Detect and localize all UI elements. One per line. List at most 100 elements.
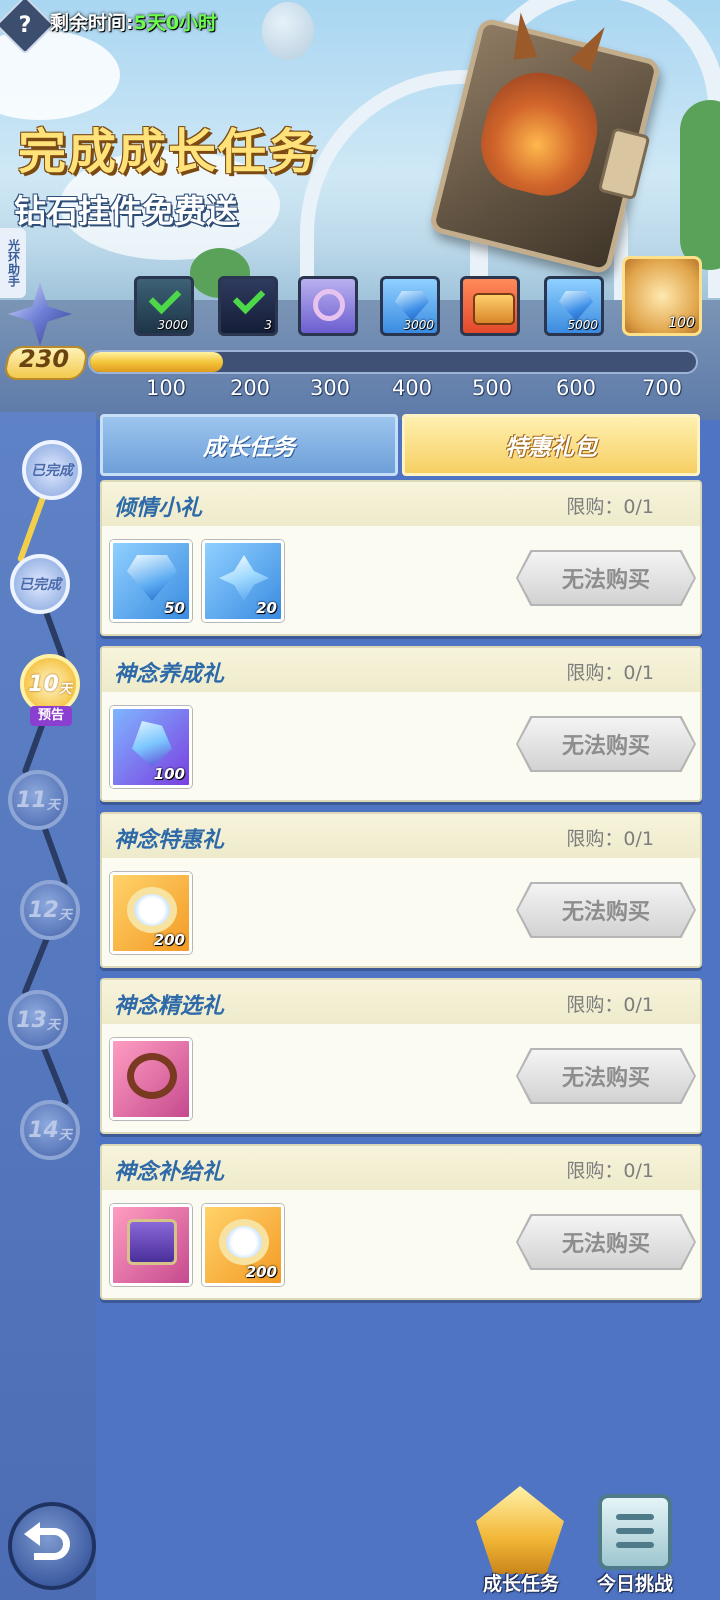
checkmark-icon bbox=[148, 281, 182, 315]
reward-qty: 3000 bbox=[157, 318, 188, 332]
buy-button-disabled[interactable]: 无法购买 bbox=[518, 1216, 694, 1268]
pack-card: 神念养成礼 限购：0/1 100 无法购买 bbox=[100, 646, 702, 802]
reward-qty: 3000 bbox=[403, 318, 434, 332]
day-node-locked[interactable]: 14 天 bbox=[20, 1100, 80, 1160]
help-icon: ? bbox=[18, 12, 32, 38]
nav-label: 成长任务 bbox=[482, 1573, 559, 1595]
tree-decoration bbox=[680, 100, 720, 270]
day-unit: 天 bbox=[58, 907, 72, 923]
pack-item[interactable]: 20 bbox=[202, 540, 284, 622]
dragon-head-icon bbox=[471, 61, 609, 206]
reward-qty: 3 bbox=[264, 318, 272, 332]
day-node-done[interactable]: 已完成 bbox=[10, 554, 70, 614]
item-qty: 50 bbox=[164, 599, 185, 617]
day-number: 12 bbox=[28, 897, 59, 923]
day-number: 14 bbox=[28, 1117, 59, 1143]
pack-card: 神念补给礼 限购：0/1 200 无法购买 bbox=[100, 1144, 702, 1300]
nav-growth-tasks[interactable]: 成长任务 bbox=[466, 1486, 576, 1600]
side-assistant-tab[interactable]: 光环助手 bbox=[0, 228, 26, 298]
day-node-locked[interactable]: 13 天 bbox=[8, 990, 68, 1050]
tick-label: 500 bbox=[471, 376, 513, 400]
chest-icon bbox=[473, 293, 515, 325]
reward-qty: 100 bbox=[668, 315, 695, 331]
day-node-locked[interactable]: 12 天 bbox=[20, 880, 80, 940]
item-qty: 200 bbox=[245, 1263, 277, 1281]
altar-chest-icon bbox=[127, 1219, 177, 1265]
purchase-limit: 限购：0/1 bbox=[566, 1160, 654, 1182]
day-unit: 天 bbox=[46, 797, 60, 813]
balloon-decoration bbox=[262, 2, 314, 60]
tab-special-packs[interactable]: 特惠礼包 bbox=[402, 414, 700, 476]
day-node-locked[interactable]: 11 天 bbox=[8, 770, 68, 830]
event-banner: ? 剩余时间:5天0小时 完成成长任务 钻石挂件免费送 光环助手 3000 3 … bbox=[0, 0, 720, 420]
day-unit: 天 bbox=[58, 1127, 72, 1143]
pack-card: 倾情小礼 限购：0/1 50 20 无法购买 bbox=[100, 480, 702, 636]
crystal-book-icon bbox=[132, 721, 172, 767]
day-label: 已完成 bbox=[19, 577, 61, 593]
pack-title: 神念精选礼 bbox=[114, 994, 225, 1019]
purchase-limit: 限购：0/1 bbox=[566, 496, 654, 518]
purchase-limit: 限购：0/1 bbox=[566, 828, 654, 850]
timer-label: 剩余时间: bbox=[50, 12, 134, 34]
event-title: 完成成长任务 bbox=[18, 124, 319, 180]
day-number: 11 bbox=[16, 787, 47, 813]
progress-reward-600[interactable]: 5000 bbox=[544, 276, 604, 336]
buy-button-disabled[interactable]: 无法购买 bbox=[518, 552, 694, 604]
pack-card: 神念精选礼 限购：0/1 无法购买 bbox=[100, 978, 702, 1134]
pack-item[interactable]: 100 bbox=[110, 706, 192, 788]
progress-reward-300[interactable] bbox=[298, 276, 358, 336]
pack-title: 神念特惠礼 bbox=[114, 828, 225, 853]
list-document-icon bbox=[598, 1494, 672, 1570]
buy-button-disabled[interactable]: 无法购买 bbox=[518, 1050, 694, 1102]
preview-tag: 预告 bbox=[30, 706, 72, 726]
progress-bar bbox=[88, 350, 698, 374]
back-button[interactable] bbox=[8, 1502, 96, 1590]
tick-label: 600 bbox=[555, 376, 597, 400]
pack-title: 倾情小礼 bbox=[114, 496, 203, 521]
progress-reward-100[interactable]: 3000 bbox=[134, 276, 194, 336]
diamond-icon bbox=[559, 291, 593, 321]
pack-title: 神念补给礼 bbox=[114, 1160, 225, 1185]
reward-qty: 5000 bbox=[567, 318, 598, 332]
halo-ring-icon bbox=[127, 887, 177, 933]
day-unit: 天 bbox=[46, 1017, 60, 1033]
tick-label: 100 bbox=[145, 376, 187, 400]
pack-title: 神念养成礼 bbox=[114, 662, 225, 687]
pack-item[interactable]: 50 bbox=[110, 540, 192, 622]
timer-value: 5天0小时 bbox=[133, 12, 218, 34]
pack-item[interactable]: 200 bbox=[202, 1204, 284, 1286]
tick-label: 700 bbox=[641, 376, 683, 400]
ring-icon bbox=[313, 289, 345, 321]
horn-decoration bbox=[508, 11, 538, 60]
pack-item[interactable] bbox=[110, 1204, 192, 1286]
item-qty: 100 bbox=[153, 765, 185, 783]
progress-reward-700[interactable]: 100 bbox=[622, 256, 702, 336]
purchase-limit: 限购：0/1 bbox=[566, 662, 654, 684]
day-node-current[interactable]: 10 天 bbox=[20, 654, 80, 714]
tick-label: 200 bbox=[229, 376, 271, 400]
progress-reward-500[interactable] bbox=[460, 276, 520, 336]
tick-label: 400 bbox=[391, 376, 433, 400]
event-subtitle: 钻石挂件免费送 bbox=[14, 192, 239, 230]
progress-reward-400[interactable]: 3000 bbox=[380, 276, 440, 336]
crystal-shard-icon bbox=[219, 555, 269, 601]
day-number: 13 bbox=[16, 1007, 47, 1033]
halo-ring-icon bbox=[219, 1219, 269, 1265]
item-qty: 200 bbox=[153, 931, 185, 949]
remaining-time: 剩余时间:5天0小时 bbox=[50, 8, 217, 35]
pack-card: 神念特惠礼 限购：0/1 200 无法购买 bbox=[100, 812, 702, 968]
progress-reward-200[interactable]: 3 bbox=[218, 276, 278, 336]
progress-fill bbox=[90, 352, 224, 372]
points-value: 230 bbox=[18, 345, 70, 373]
day-node-done[interactable]: 已完成 bbox=[22, 440, 82, 500]
day-label: 已完成 bbox=[31, 463, 73, 479]
tab-growth-tasks[interactable]: 成长任务 bbox=[100, 414, 398, 476]
nav-label: 今日挑战 bbox=[596, 1573, 673, 1595]
pack-item[interactable] bbox=[110, 1038, 192, 1120]
pack-item[interactable]: 200 bbox=[110, 872, 192, 954]
purchase-limit: 限购：0/1 bbox=[566, 994, 654, 1016]
buy-button-disabled[interactable]: 无法购买 bbox=[518, 718, 694, 770]
tick-label: 300 bbox=[309, 376, 351, 400]
buy-button-disabled[interactable]: 无法购买 bbox=[518, 884, 694, 936]
nav-daily-challenge[interactable]: 今日挑战 bbox=[580, 1486, 690, 1600]
